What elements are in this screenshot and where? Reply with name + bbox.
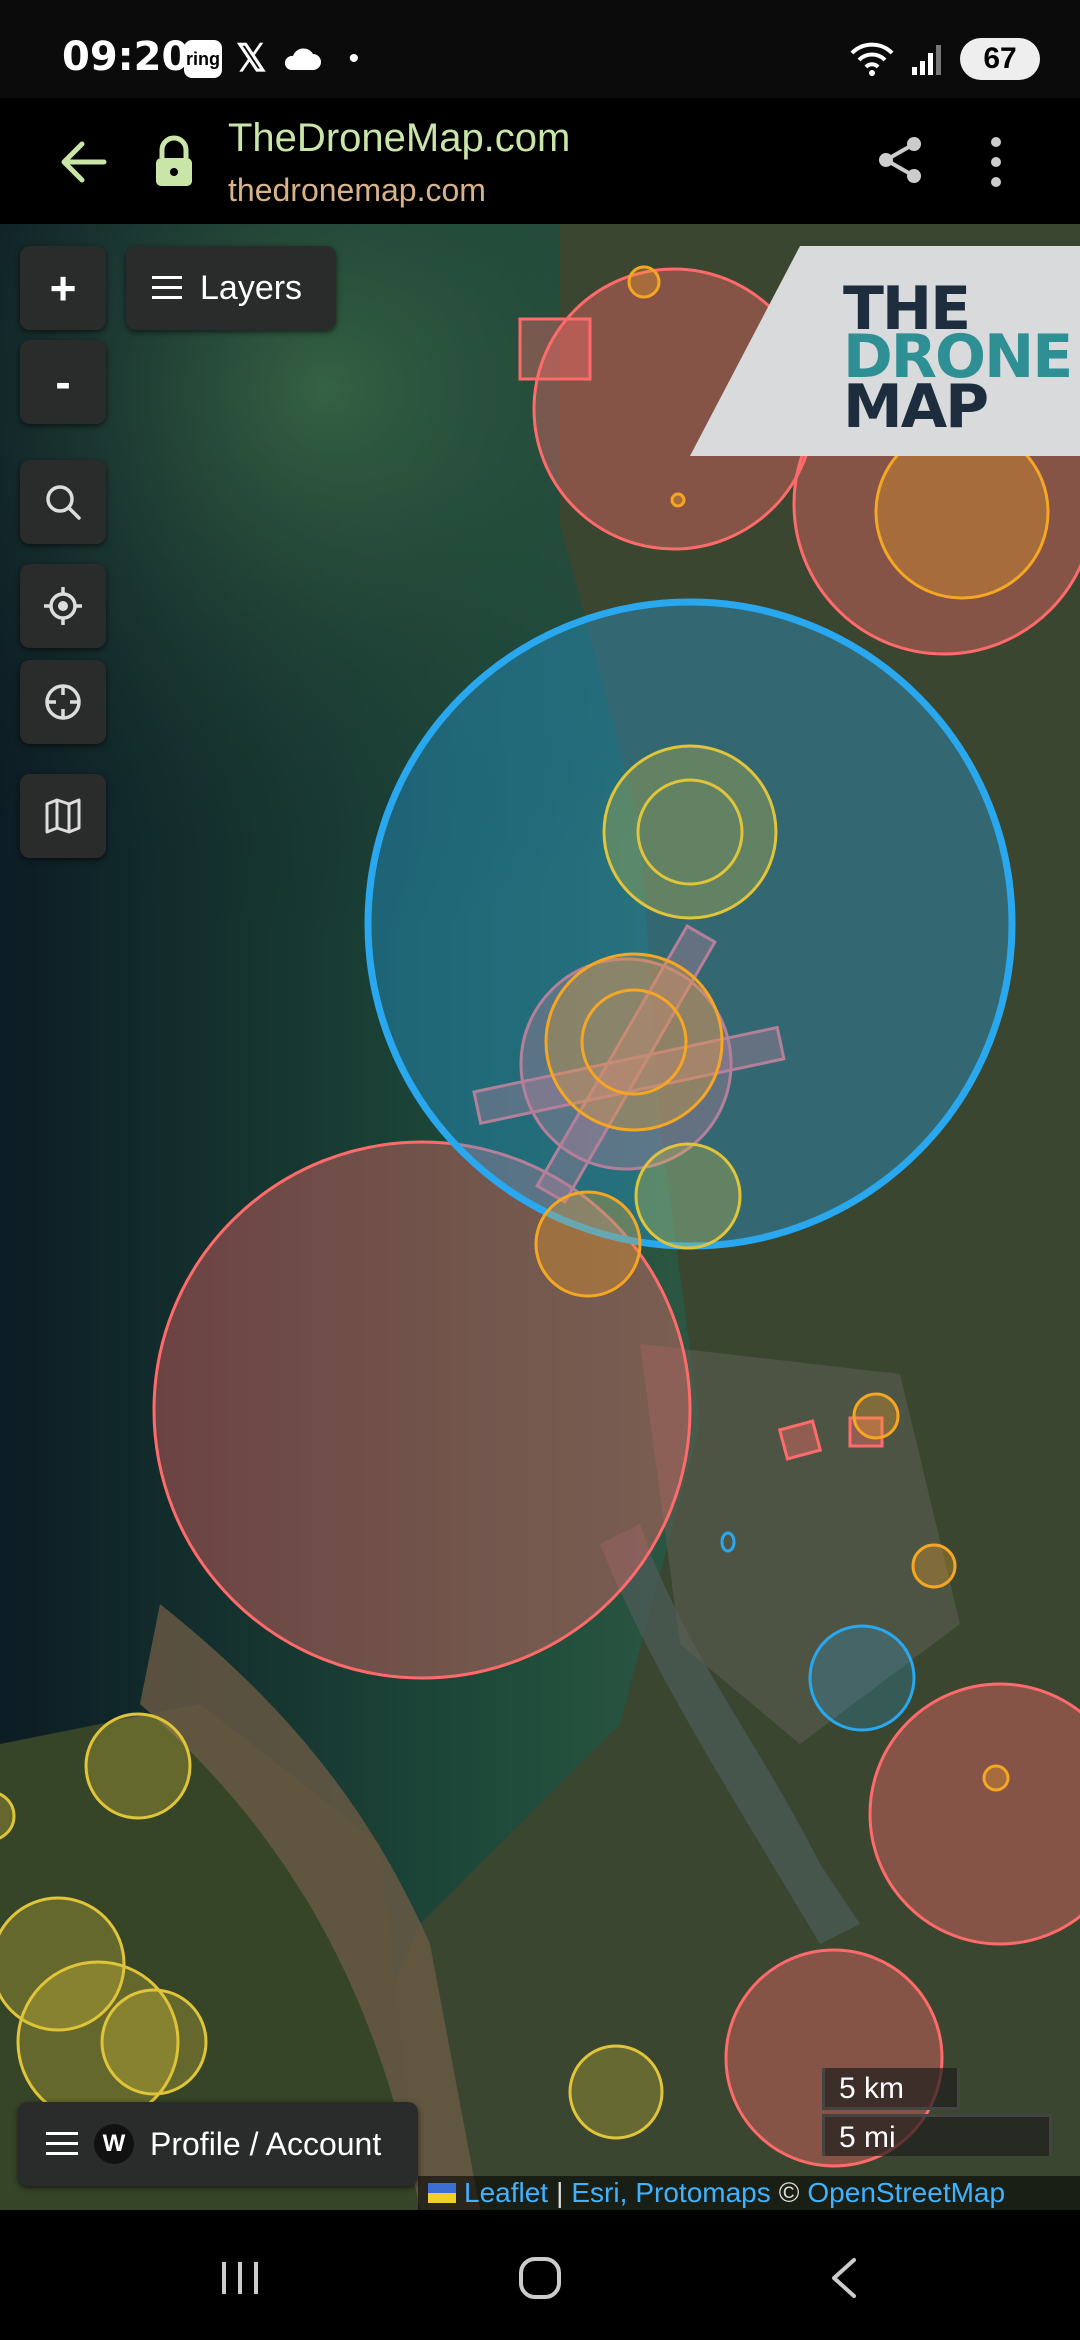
share-icon[interactable] xyxy=(874,134,926,186)
advisory-zone xyxy=(634,1142,742,1250)
drone-map-logo[interactable]: THE DRONE MAP xyxy=(690,246,1080,456)
more-notifications-dot: • xyxy=(348,42,360,75)
signal-icon xyxy=(912,45,941,75)
attribution-separator: | xyxy=(556,2177,564,2208)
browser-toolbar: TheDroneMap.com thedronemap.com xyxy=(0,98,1080,226)
status-time: 09:20 xyxy=(62,34,190,80)
crosshair-button[interactable] xyxy=(20,660,106,744)
system-icons: 67 xyxy=(850,38,1040,80)
menu-icon xyxy=(152,276,182,299)
controlled-airspace xyxy=(808,1624,916,1732)
system-navigation-bar xyxy=(0,2210,1080,2340)
map-icon xyxy=(45,798,81,834)
my-location-button[interactable] xyxy=(20,564,106,648)
page-title[interactable]: TheDroneMap.com xyxy=(228,116,570,161)
recent-apps-icon[interactable] xyxy=(218,2260,262,2296)
user-avatar: W xyxy=(94,2124,134,2164)
satellite-basemap xyxy=(0,224,1080,2210)
map-style-button[interactable] xyxy=(20,774,106,858)
leaflet-link[interactable]: Leaflet xyxy=(464,2177,548,2209)
x-app-icon: 𝕏 xyxy=(236,38,267,80)
cloud-icon xyxy=(284,48,321,70)
profile-label: Profile / Account xyxy=(150,2125,382,2162)
caution-zone xyxy=(627,265,661,299)
scale-bar-mi: 5 mi xyxy=(822,2114,1052,2156)
back-arrow-icon[interactable] xyxy=(56,134,112,190)
advisory-zone xyxy=(602,744,778,920)
layers-button[interactable]: Layers xyxy=(126,246,336,330)
more-options-icon[interactable] xyxy=(976,134,1016,190)
home-icon[interactable] xyxy=(518,2256,562,2300)
advisory-zone xyxy=(84,1712,192,1820)
scale-bar-km: 5 km xyxy=(822,2068,960,2110)
zoom-out-button[interactable]: - xyxy=(20,340,106,424)
notification-icons: ring 𝕏 • xyxy=(184,40,359,78)
restricted-zone xyxy=(518,317,592,381)
ukraine-flag-icon xyxy=(428,2183,456,2203)
zoom-in-button[interactable]: + xyxy=(20,246,106,330)
protomaps-link[interactable]: Protomaps xyxy=(635,2177,770,2209)
openstreetmap-link[interactable]: OpenStreetMap xyxy=(807,2177,1005,2209)
status-bar: 09:20 ring 𝕏 • 67 xyxy=(0,0,1080,98)
caution-zone xyxy=(911,1543,957,1589)
crosshair-icon xyxy=(45,684,81,720)
caution-zone xyxy=(982,1764,1010,1792)
location-target-icon xyxy=(44,587,82,625)
logo-line-map: MAP xyxy=(843,372,989,442)
page-url[interactable]: thedronemap.com xyxy=(228,172,486,209)
restricted-zone xyxy=(777,1419,823,1461)
search-button[interactable] xyxy=(20,460,106,544)
map-attribution: Leaflet | Esri, Protomaps © OpenStreetMa… xyxy=(418,2176,1080,2210)
caution-zone xyxy=(852,1392,900,1440)
caution-zone xyxy=(534,1190,642,1298)
profile-account-button[interactable]: W Profile / Account xyxy=(18,2102,418,2186)
advisory-zone xyxy=(100,1988,208,2096)
menu-icon xyxy=(46,2132,78,2155)
esri-link[interactable]: Esri, xyxy=(571,2177,627,2209)
map-canvas[interactable]: + - Layers THE DRONE MAP 5 km 5 mi W Pro… xyxy=(0,224,1080,2210)
wifi-icon xyxy=(850,42,894,76)
caution-zone xyxy=(670,492,686,508)
back-icon[interactable] xyxy=(826,2256,860,2300)
battery-indicator: 67 xyxy=(960,38,1040,80)
advisory-zone xyxy=(568,2044,664,2140)
caution-zone xyxy=(544,952,724,1132)
search-icon xyxy=(46,485,81,520)
lock-icon[interactable] xyxy=(150,134,198,190)
copyright-symbol: © xyxy=(778,2177,800,2208)
ring-app-icon: ring xyxy=(184,40,222,78)
layers-label: Layers xyxy=(200,268,303,307)
